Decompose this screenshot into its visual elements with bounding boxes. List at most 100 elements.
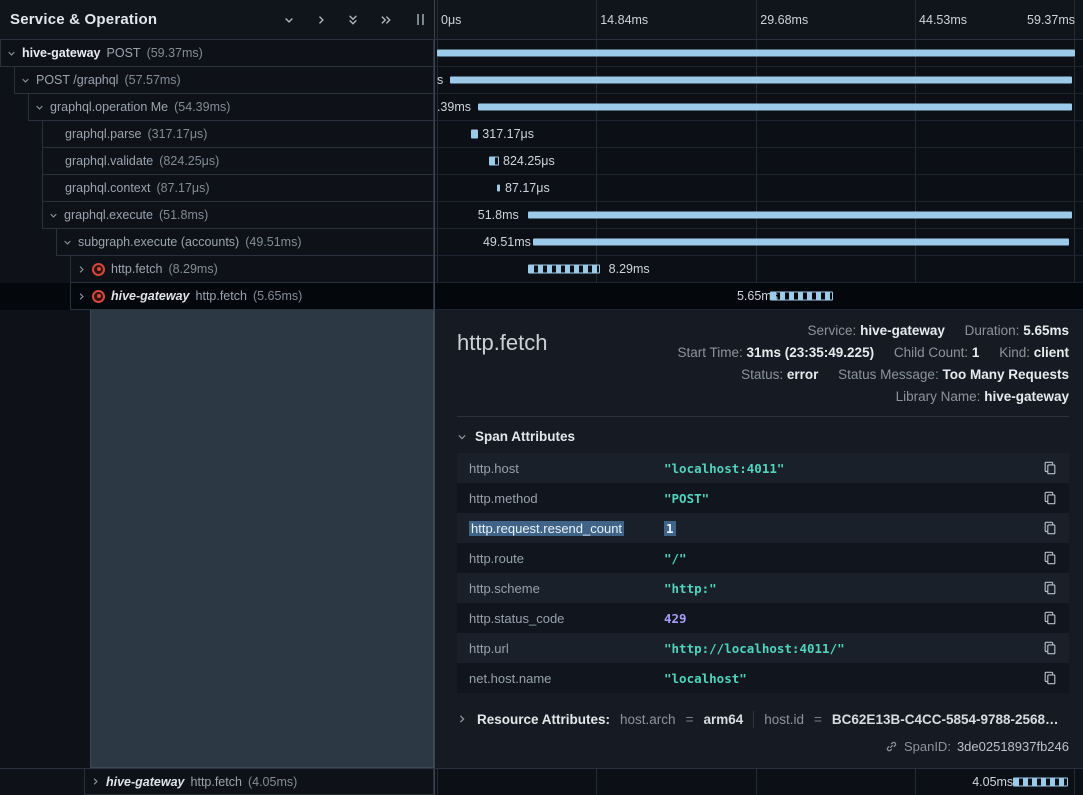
span-attributes-header[interactable]: Span Attributes [457, 417, 1069, 453]
timeline-row[interactable]: 51.8ms [435, 202, 1083, 229]
tree-row[interactable]: graphql.operation Me (54.39ms) [0, 94, 434, 121]
bar-duration-label: s [437, 73, 443, 87]
span-bar[interactable] [528, 212, 1072, 219]
chevron-right-icon[interactable] [315, 14, 327, 26]
gridline [756, 0, 757, 39]
attribute-value: "http:" [664, 581, 1033, 596]
span-bar[interactable] [450, 77, 1072, 84]
timeline-row[interactable]: 8.29ms [435, 256, 1083, 283]
span-operation: http.fetch [191, 775, 242, 789]
attribute-row-selected[interactable]: http.request.resend_count 1 [457, 513, 1069, 543]
copy-icon[interactable] [1043, 551, 1057, 565]
attribute-key: net.host.name [469, 671, 664, 686]
attribute-row[interactable]: http.status_code 429 [457, 603, 1069, 633]
axis-tick: 29.68ms [760, 13, 808, 27]
resource-heading: Resource Attributes: [477, 712, 610, 727]
attribute-row[interactable]: http.route "/" [457, 543, 1069, 573]
chevron-down-icon[interactable] [21, 76, 30, 85]
span-tree: hive-gateway POST (59.37ms) POST /graphq… [0, 40, 435, 768]
span-bar[interactable] [770, 292, 833, 301]
tree-row-root[interactable]: hive-gateway POST (59.37ms) [0, 40, 434, 67]
chevron-right-icon[interactable] [77, 265, 86, 274]
attribute-row[interactable]: http.method "POST" [457, 483, 1069, 513]
span-bar[interactable] [528, 265, 600, 274]
tree-row-bottom[interactable]: hive-gateway http.fetch (4.05ms) [0, 769, 435, 795]
link-icon[interactable] [885, 740, 898, 753]
attribute-value: "http://localhost:4011/" [664, 641, 1033, 656]
timeline-row-selected[interactable]: 5.65ms [435, 283, 1083, 310]
span-duration: (57.57ms) [124, 73, 180, 87]
trace-viewer: Service & Operation [0, 0, 1083, 795]
timeline-row[interactable]: 824.25μs [435, 148, 1083, 175]
span-operation: POST [107, 46, 141, 60]
span-duration: (317.17μs) [147, 127, 207, 141]
span-bar[interactable] [1013, 778, 1068, 787]
tree-row[interactable]: http.fetch (8.29ms) [0, 256, 434, 283]
tree-row[interactable]: graphql.validate (824.25μs) [0, 148, 434, 175]
copy-icon[interactable] [1043, 611, 1057, 625]
copy-icon[interactable] [1043, 461, 1057, 475]
meta-start-time: 31ms (23:35:49.225) [746, 345, 874, 360]
tree-row[interactable]: graphql.parse (317.17μs) [0, 121, 434, 148]
chevron-down-icon[interactable] [35, 103, 44, 112]
attribute-value: 429 [664, 611, 1033, 626]
resource-attributes-row[interactable]: Resource Attributes: host.arch = arm64 h… [457, 705, 1069, 733]
resize-handle-icon[interactable] [417, 14, 424, 25]
timeline-axis: 0μs 14.84ms 29.68ms 44.53ms 59.37ms [435, 0, 1083, 39]
chevron-down-icon[interactable] [49, 211, 58, 220]
timeline-row[interactable] [435, 40, 1083, 67]
copy-icon[interactable] [1043, 581, 1057, 595]
attribute-row[interactable]: http.scheme "http:" [457, 573, 1069, 603]
copy-icon[interactable] [1043, 671, 1057, 685]
axis-tick: 0μs [441, 13, 461, 27]
resource-key: host.arch [620, 712, 676, 727]
tree-row[interactable]: subgraph.execute (accounts) (49.51ms) [0, 229, 434, 256]
bar-duration-label: 8.29ms [609, 262, 650, 276]
tree-row[interactable]: graphql.context (87.17μs) [0, 175, 434, 202]
tree-row-selected[interactable]: hive-gateway http.fetch (5.65ms) [0, 283, 434, 310]
chevron-down-icon[interactable] [63, 238, 72, 247]
bar-duration-label: .39ms [437, 100, 471, 114]
copy-icon[interactable] [1043, 521, 1057, 535]
attribute-row[interactable]: http.url "http://localhost:4011/" [457, 633, 1069, 663]
span-bar[interactable] [489, 157, 499, 166]
gridline [596, 769, 597, 795]
timeline-row[interactable]: 49.51ms [435, 229, 1083, 256]
tree-row[interactable]: POST /graphql (57.57ms) [0, 67, 434, 94]
timeline-row[interactable]: .39ms [435, 94, 1083, 121]
span-bar[interactable] [478, 104, 1072, 111]
chevron-right-icon[interactable] [77, 292, 86, 301]
attribute-value: "POST" [664, 491, 1033, 506]
copy-icon[interactable] [1043, 641, 1057, 655]
span-bar[interactable] [497, 185, 500, 192]
span-bar[interactable] [437, 50, 1075, 57]
gridline [437, 0, 438, 39]
tree-row[interactable]: graphql.execute (51.8ms) [0, 202, 434, 229]
chevron-right-icon [457, 714, 467, 724]
attribute-row[interactable]: http.host "localhost:4011" [457, 453, 1069, 483]
timeline-row[interactable]: s [435, 67, 1083, 94]
span-duration: (824.25μs) [159, 154, 219, 168]
timeline-row-bottom[interactable]: 4.05ms [435, 769, 1083, 795]
attribute-value: 1 [664, 521, 676, 536]
timeline-row[interactable]: 87.17μs [435, 175, 1083, 202]
chevron-down-icon[interactable] [7, 49, 16, 58]
tree-filler [0, 310, 434, 768]
span-id-footer: SpanID: 3de02518937fb246 [457, 739, 1069, 762]
chevron-down-icon[interactable] [283, 14, 295, 26]
double-chevron-down-icon[interactable] [347, 13, 359, 27]
attribute-value: "localhost" [664, 671, 1033, 686]
meta-child-count: 1 [972, 345, 980, 360]
chevron-right-icon[interactable] [91, 777, 100, 786]
attribute-key: http.scheme [469, 581, 664, 596]
timeline-row[interactable]: 317.17μs [435, 121, 1083, 148]
gridline [1074, 769, 1075, 795]
span-bar[interactable] [533, 239, 1069, 246]
attribute-row[interactable]: net.host.name "localhost" [457, 663, 1069, 693]
axis-tick: 14.84ms [600, 13, 648, 27]
meta-service: hive-gateway [860, 323, 945, 338]
span-duration: (51.8ms) [159, 208, 208, 222]
span-bar[interactable] [471, 130, 477, 139]
double-chevron-right-icon[interactable] [379, 14, 393, 26]
copy-icon[interactable] [1043, 491, 1057, 505]
